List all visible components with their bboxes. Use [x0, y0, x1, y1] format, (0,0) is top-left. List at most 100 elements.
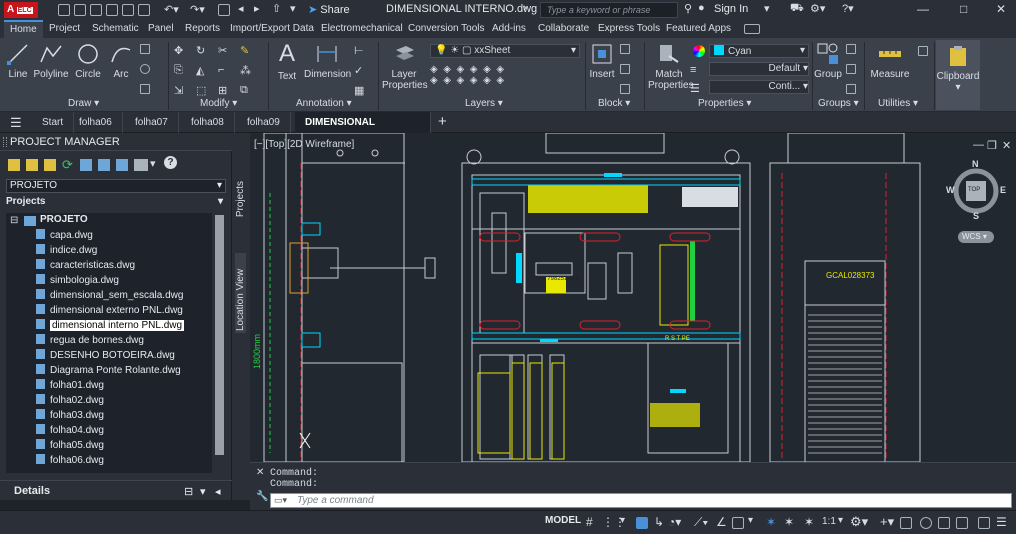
polar-icon[interactable]: ◔▾	[668, 515, 681, 529]
line-button[interactable]: Line	[4, 42, 32, 80]
dimension-button[interactable]: Dimension	[304, 42, 351, 80]
file-item[interactable]: capa.dwg	[36, 228, 93, 243]
annotation-panel-label[interactable]: Annotation ▾	[296, 98, 352, 109]
layer-delete-icon[interactable]: ◈	[457, 75, 465, 86]
new-icon[interactable]	[58, 4, 70, 16]
plot-icon[interactable]	[218, 4, 230, 16]
viewport-close-icon[interactable]: ✕	[1002, 139, 1011, 152]
publish-icon[interactable]	[134, 159, 148, 171]
minimize-icon[interactable]: —	[917, 2, 929, 16]
circle-button[interactable]: Circle	[74, 42, 102, 80]
search-input[interactable]: Type a keyword or phrase	[540, 2, 678, 18]
tab-featured-apps[interactable]: Featured Apps	[660, 20, 737, 38]
layer-walk-icon[interactable]: ◈	[430, 75, 438, 86]
properties-panel-label[interactable]: Properties ▾	[698, 98, 751, 109]
tree-scrollbar-thumb[interactable]	[215, 215, 224, 455]
text-button[interactable]: A Text	[272, 42, 302, 83]
annotation-scale-value[interactable]: 1:1	[822, 516, 836, 527]
move-icon[interactable]: ✥	[174, 44, 183, 57]
ortho-icon[interactable]: ↳	[654, 515, 664, 529]
file-item[interactable]: regua de bornes.dwg	[36, 333, 144, 348]
web-icon[interactable]	[122, 4, 134, 16]
wcs-menu[interactable]: WCS ▾	[958, 231, 994, 243]
help-icon[interactable]: ?▾	[842, 2, 854, 15]
infer-constraints-icon[interactable]	[636, 517, 648, 529]
object-snap-icon[interactable]	[732, 517, 744, 529]
scale-dropdown-icon[interactable]: ▾	[838, 515, 843, 526]
layer-properties-button[interactable]: Layer Properties	[382, 42, 428, 91]
object-snap-tracking-icon[interactable]: ∠	[716, 515, 727, 529]
auto-scale-icon[interactable]: ✶	[784, 515, 794, 529]
tab-folha07[interactable]: folha07	[125, 112, 179, 133]
project-task-icon[interactable]	[80, 159, 92, 171]
grip-icon[interactable]	[3, 137, 7, 147]
close-icon[interactable]: ✕	[996, 2, 1006, 16]
layer-merge-icon[interactable]: ◈	[443, 75, 451, 86]
fullscreen-icon[interactable]	[978, 517, 990, 529]
quick-access-more-icon[interactable]: ▾	[290, 2, 296, 15]
side-tab-location-view[interactable]: Location View	[235, 253, 246, 333]
details-toggle-icon[interactable]: ⊟	[184, 485, 193, 498]
group-button[interactable]: Group	[814, 42, 842, 80]
file-item[interactable]: simbologia.dwg	[36, 273, 119, 288]
file-item[interactable]: folha04.dwg	[36, 423, 104, 438]
layer-off-icon[interactable]: ◈	[430, 64, 438, 75]
command-customize-icon[interactable]: 🔧	[256, 491, 268, 502]
create-block-icon[interactable]	[620, 44, 630, 54]
project-settings-icon[interactable]	[98, 159, 110, 171]
arc-button[interactable]: Arc	[108, 42, 134, 80]
publish-dropdown-icon[interactable]: ▾	[150, 157, 156, 170]
viewcube-east[interactable]: E	[1000, 185, 1006, 195]
array-icon[interactable]: ⊞	[218, 84, 227, 97]
tab-folha08[interactable]: folha08	[181, 112, 235, 133]
tab-electromechanical[interactable]: Electromechanical	[315, 20, 409, 38]
project-select[interactable]: PROJETO ▾	[6, 179, 226, 193]
file-item[interactable]: dimensional externo PNL.dwg	[36, 303, 183, 318]
ungroup-icon[interactable]	[846, 44, 856, 54]
table-icon[interactable]: ▦	[354, 84, 364, 97]
viewport-minimize-icon[interactable]: —	[973, 139, 984, 151]
snap-dropdown-icon[interactable]: ▾	[620, 515, 625, 526]
save-icon[interactable]	[90, 4, 102, 16]
grid-icon[interactable]: #	[586, 515, 593, 529]
file-item[interactable]: dimensional_sem_escala.dwg	[36, 288, 183, 303]
file-item[interactable]: folha05.dwg	[36, 438, 104, 453]
refresh-icon[interactable]: ⟳	[62, 157, 73, 173]
viewport-restore-icon[interactable]: ❐	[987, 139, 997, 152]
viewcube-north[interactable]: N	[972, 159, 979, 169]
projects-header[interactable]: Projects ▾	[6, 196, 226, 210]
mirror-icon[interactable]: ◭	[196, 64, 204, 77]
layer-match-icon[interactable]: ◈	[483, 64, 491, 75]
ribbon-minimize-icon[interactable]	[744, 24, 760, 34]
rotate-icon[interactable]: ↻	[196, 44, 205, 57]
arrow-right-icon[interactable]: ▸	[254, 2, 260, 15]
leader-icon[interactable]: ⊢	[354, 44, 364, 57]
color-dropdown[interactable]: Cyan ▾	[709, 44, 809, 58]
copy-icon[interactable]: ⎘	[174, 64, 183, 77]
isolate-objects-icon[interactable]	[920, 517, 932, 529]
utilities-icon[interactable]	[918, 46, 928, 56]
annotation-visibility-icon[interactable]: ✶	[766, 515, 776, 529]
open-icon[interactable]	[74, 4, 86, 16]
new-tab-icon[interactable]: +	[438, 113, 447, 130]
linetype-dropdown[interactable]: Default ▾	[709, 62, 809, 76]
block-panel-label[interactable]: Block ▾	[598, 98, 630, 109]
file-item[interactable]: folha02.dwg	[36, 393, 104, 408]
file-item[interactable]: folha03.dwg	[36, 408, 104, 423]
help-icon[interactable]: ?	[164, 156, 177, 169]
group-select-icon[interactable]	[846, 84, 856, 94]
explode-icon[interactable]: ⁂	[240, 64, 251, 77]
file-item-selected[interactable]: dimensional interno PNL.dwg	[36, 318, 185, 333]
hamburger-icon[interactable]: ☰	[10, 115, 22, 131]
sign-in-button[interactable]: Sign In	[714, 3, 748, 15]
group-edit-icon[interactable]	[846, 64, 856, 74]
maximize-icon[interactable]: □	[960, 2, 967, 16]
tab-start[interactable]: Start	[32, 112, 75, 133]
details-dropdown-icon[interactable]: ▾	[200, 485, 206, 498]
tab-reports[interactable]: Reports	[179, 20, 226, 38]
file-item[interactable]: folha01.dwg	[36, 378, 104, 393]
layers-panel-label[interactable]: Layers ▾	[465, 98, 503, 109]
dropdown-icon[interactable]: ▾	[764, 2, 770, 15]
tab-add-ins[interactable]: Add-ins	[486, 20, 532, 38]
layer-unlock-icon[interactable]: ◈	[483, 75, 491, 86]
